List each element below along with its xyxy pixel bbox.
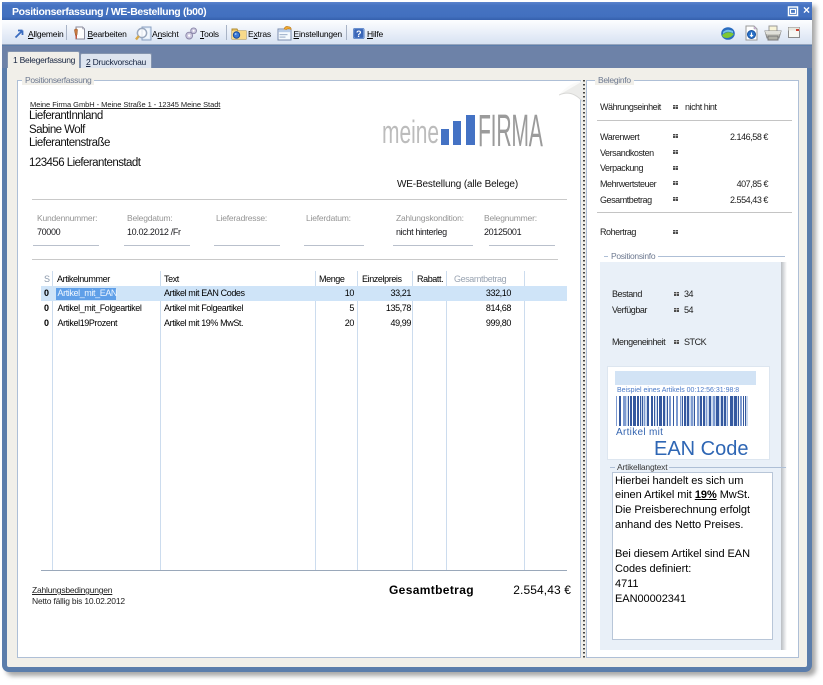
svg-text:?: ? [356,29,362,39]
